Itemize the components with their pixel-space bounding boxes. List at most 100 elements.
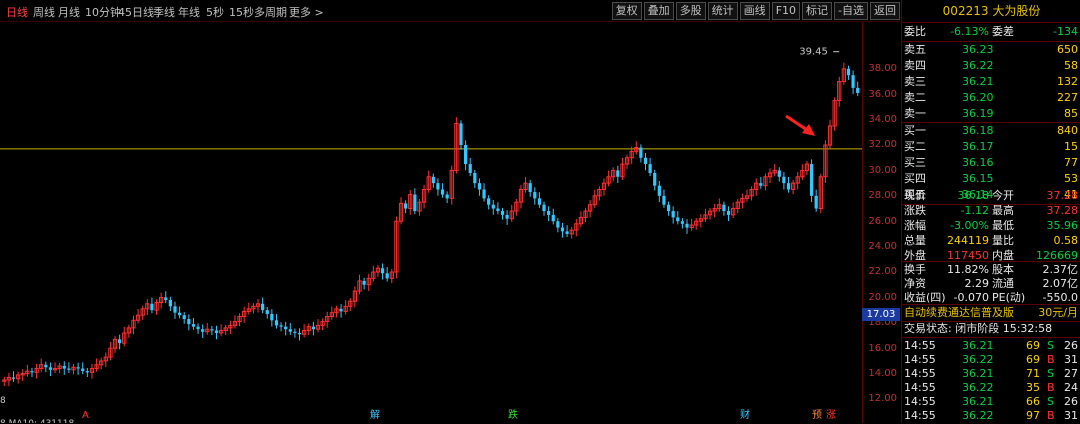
mark-button[interactable]: 标记 <box>802 2 833 20</box>
candle-body <box>85 371 89 373</box>
y-tick-label: 34.00 <box>868 113 897 125</box>
weibi-value: -6.13% <box>950 25 989 38</box>
candle-body <box>463 145 468 165</box>
sell-row-3[interactable]: 卖三 36.21 132 <box>902 74 1080 90</box>
candle-body <box>528 183 532 193</box>
candle-body <box>537 198 542 205</box>
stock-title[interactable]: 002213 大为股份 <box>902 0 1080 23</box>
tick-volume: 97 <box>1026 409 1040 422</box>
candle-body <box>648 164 652 173</box>
period-multi[interactable]: 多周期 <box>254 4 287 20</box>
candle-body <box>270 313 274 321</box>
candlestick-chart[interactable]: 39.45 A 解 跌 财 预涨 8 8 MA10: 431118 <box>0 22 862 423</box>
tick-row: 14:55 36.22 97 B 31 <box>902 408 1080 424</box>
period-year[interactable]: 年线 <box>178 4 200 20</box>
stat-label: 量比 <box>992 234 1014 247</box>
period-quarter[interactable]: 季线 <box>153 4 175 20</box>
sell-row-1[interactable]: 卖一 36.19 85 <box>902 106 1080 122</box>
order-price: 36.22 <box>962 59 994 72</box>
quote-panel: 002213 大为股份 委比 -6.13% 委差 -134 卖五 36.23 650… <box>901 0 1080 423</box>
candle-body <box>468 164 472 173</box>
statistics-button[interactable]: 统计 <box>707 2 738 20</box>
candle-body <box>856 87 860 93</box>
remove-watchlist-button[interactable]: -自选 <box>834 2 868 20</box>
bottom-left-label: 8 <box>0 396 6 406</box>
candle-body <box>436 183 440 190</box>
multi-stock-button[interactable]: 多股 <box>675 2 706 20</box>
period-10min[interactable]: 10分钟 <box>85 4 121 20</box>
buy-row-4[interactable]: 买四 36.15 53 <box>902 171 1080 187</box>
ad-banner[interactable]: 自动续费通达信普及版 30元/月 <box>902 305 1080 321</box>
candle-body <box>560 227 565 232</box>
candle-body <box>482 189 486 199</box>
order-volume: 58 <box>1064 59 1078 72</box>
overlay-button[interactable]: 叠加 <box>643 2 674 20</box>
weibi-row: 委比 -6.13% 委差 -134 <box>902 24 1080 40</box>
candle-body <box>487 198 491 205</box>
candle-body <box>445 194 449 199</box>
draw-line-button[interactable]: 画线 <box>739 2 770 20</box>
restore-rights-button[interactable]: 复权 <box>611 2 642 20</box>
order-price: 36.20 <box>962 91 994 104</box>
back-button[interactable]: 返回 <box>870 2 900 20</box>
candle-body <box>556 221 560 228</box>
period-15sec[interactable]: 15秒 <box>229 4 254 20</box>
buy-row-3[interactable]: 买三 36.16 77 <box>902 155 1080 171</box>
order-price: 36.19 <box>962 107 994 120</box>
tick-time: 14:55 <box>904 409 936 422</box>
order-volume: 840 <box>1057 124 1078 137</box>
candle-body <box>380 268 385 274</box>
y-tick-label: 28.00 <box>868 190 897 202</box>
candle-body <box>759 183 763 186</box>
candle-body <box>666 204 671 212</box>
candle-body <box>293 331 297 333</box>
sell-row-5[interactable]: 卖五 36.23 650 <box>902 42 1080 58</box>
order-label: 买一 <box>904 124 926 137</box>
candle-body <box>177 312 182 316</box>
f10-button[interactable]: F10 <box>771 2 801 20</box>
candle-body <box>191 324 196 327</box>
candle-body <box>297 332 302 335</box>
y-tick-label: 26.00 <box>868 215 897 227</box>
y-tick-label: 30.00 <box>868 164 897 176</box>
candle-body <box>459 123 463 146</box>
candle-body <box>362 280 366 285</box>
arrow-head-icon <box>802 124 815 136</box>
period-more[interactable]: 更多 > <box>289 4 324 20</box>
candle-body <box>533 192 537 199</box>
stat-value: 0.58 <box>1053 234 1079 247</box>
buy-row-1[interactable]: 买一 36.18 840 <box>902 123 1080 139</box>
candle-body <box>279 325 283 327</box>
candle-body <box>288 329 292 332</box>
event-marker: 跌 <box>508 408 518 421</box>
stock-code: 002213 <box>942 4 989 18</box>
sell-row-2[interactable]: 卖二 36.20 227 <box>902 90 1080 106</box>
candle-body <box>274 320 279 326</box>
order-volume: 85 <box>1064 107 1078 120</box>
chart-tools: 复权 叠加 多股 统计 画线 F10 标记 -自选 返回 <box>610 2 900 20</box>
period-daily[interactable]: 日线 <box>6 4 28 20</box>
trade-status: 交易状态: 闭市阶段 15:32:58 <box>902 321 1080 337</box>
period-weekly[interactable]: 周线 <box>33 4 55 20</box>
candle-body <box>477 183 482 190</box>
period-45day[interactable]: 45日线 <box>118 4 154 20</box>
trade-status-text: 交易状态: 闭市阶段 15:32:58 <box>904 322 1053 335</box>
period-monthly[interactable]: 月线 <box>58 4 80 20</box>
period-5sec[interactable]: 5秒 <box>206 4 224 20</box>
candle-body <box>261 303 265 311</box>
sell-row-4[interactable]: 卖四 36.22 58 <box>902 58 1080 74</box>
candle-body <box>542 204 546 212</box>
order-volume: 650 <box>1057 43 1078 56</box>
high-price-label: 39.45 <box>799 47 828 58</box>
event-marker: 解 <box>370 408 380 421</box>
stat-value: -1.12 <box>960 204 989 217</box>
candle-body <box>265 310 269 314</box>
event-marker: 涨 <box>826 409 836 421</box>
candle-body <box>851 75 855 88</box>
candle-body <box>786 183 791 190</box>
order-volume: 227 <box>1057 91 1078 104</box>
candle-body <box>182 315 186 320</box>
candle-body <box>565 231 569 234</box>
buy-row-2[interactable]: 买二 36.17 15 <box>902 139 1080 155</box>
stat-value: 37.28 <box>1046 204 1079 217</box>
